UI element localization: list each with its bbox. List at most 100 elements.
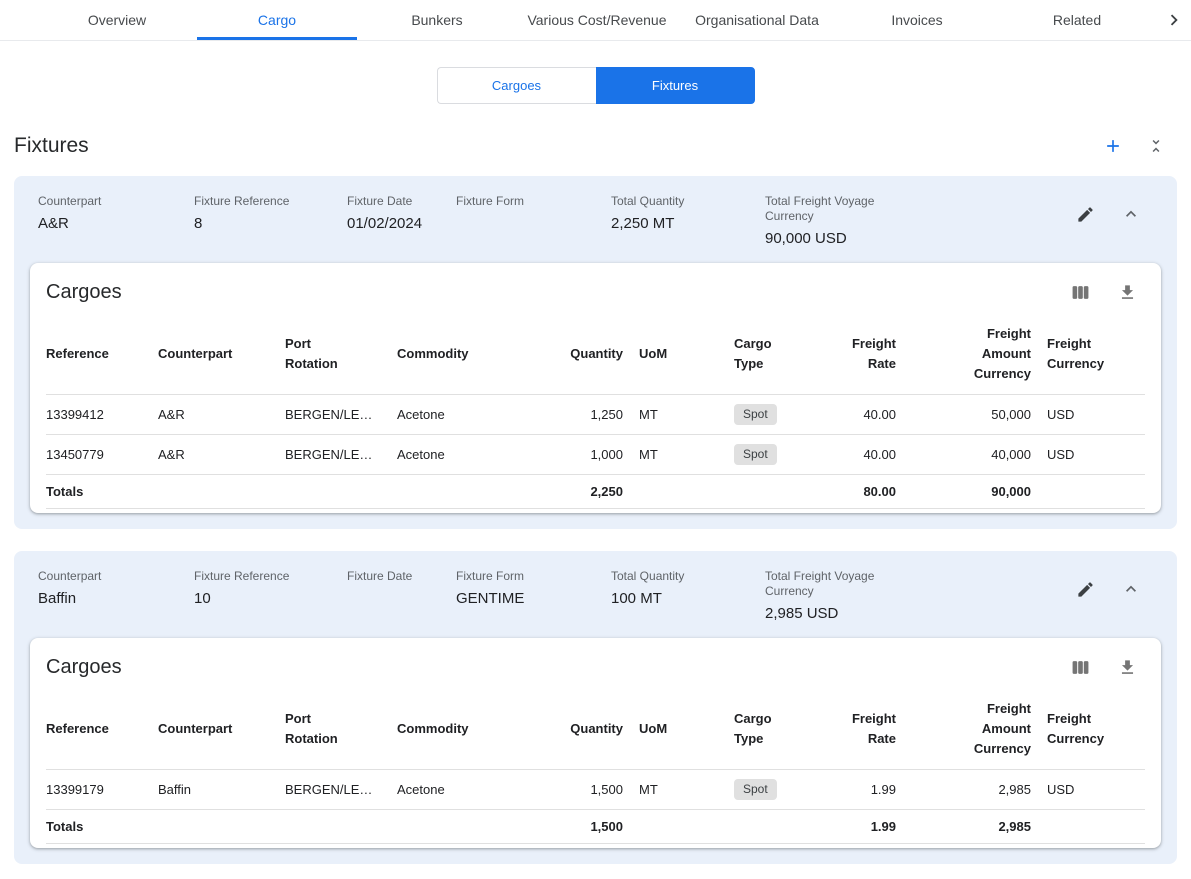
toggle-fixtures-button[interactable]: Fixtures — [596, 67, 755, 104]
col-header-freight-currency: Freight Currency — [1047, 689, 1145, 770]
pencil-icon — [1076, 580, 1095, 599]
col-header-quantity: Quantity — [557, 314, 639, 395]
field-value-fixture-reference: 10 — [194, 590, 335, 607]
nav-item-bunkers[interactable]: Bunkers — [357, 0, 517, 40]
field-label: Fixture Reference — [194, 194, 314, 209]
cell-cargo-type: Spot — [734, 395, 820, 435]
col-header-uom: UoM — [639, 689, 734, 770]
cell-reference: 13399412 — [46, 395, 158, 435]
totals-row: Totals 1,500 1.99 2,985 — [46, 810, 1145, 844]
cell-uom: MT — [639, 770, 734, 810]
cell-quantity: 1,250 — [557, 395, 639, 435]
table-header-row: Reference Counterpart Port Rotation Comm… — [46, 689, 1145, 770]
totals-label: Totals — [46, 810, 158, 844]
collapse-fixture-button[interactable] — [1121, 204, 1141, 224]
col-header-freight-rate: Freight Rate — [820, 314, 912, 395]
cell-freight-amount: 40,000 — [912, 435, 1047, 475]
field-label: Total Quantity — [611, 194, 731, 209]
totals-freight-rate: 1.99 — [820, 810, 912, 844]
cell-freight-rate: 40.00 — [820, 395, 912, 435]
col-header-freight-rate: Freight Rate — [820, 689, 912, 770]
col-header-counterpart: Counterpart — [158, 314, 285, 395]
cell-reference: 13450779 — [46, 435, 158, 475]
cell-cargo-type: Spot — [734, 435, 820, 475]
cell-freight-currency: USD — [1047, 770, 1145, 810]
totals-label: Totals — [46, 475, 158, 509]
field-label: Counterpart — [38, 569, 158, 584]
field-label: Total Freight Voyage Currency — [765, 194, 885, 224]
cell-cargo-type: Spot — [734, 770, 820, 810]
totals-freight-amount: 90,000 — [912, 475, 1047, 509]
table-header-row: Reference Counterpart Port Rotation Comm… — [46, 314, 1145, 395]
field-value-total-quantity: 2,250 MT — [611, 215, 753, 232]
collapse-all-button[interactable] — [1147, 137, 1165, 155]
cell-counterpart: A&R — [158, 395, 285, 435]
column-settings-button[interactable] — [1071, 658, 1090, 677]
nav-item-various-cost-revenue[interactable]: Various Cost/Revenue — [517, 0, 677, 40]
field-value-fixture-form: GENTIME — [456, 590, 599, 607]
cell-commodity: Acetone — [397, 435, 557, 475]
col-header-counterpart: Counterpart — [158, 689, 285, 770]
field-value-fixture-reference: 8 — [194, 215, 335, 232]
chevron-up-icon — [1121, 579, 1141, 599]
field-value-counterpart: Baffin — [38, 590, 182, 607]
download-icon — [1118, 658, 1137, 677]
cell-freight-amount: 50,000 — [912, 395, 1047, 435]
field-label: Counterpart — [38, 194, 158, 209]
field-value-counterpart: A&R — [38, 215, 182, 232]
cargo-type-chip: Spot — [734, 444, 777, 465]
toggle-cargoes-button[interactable]: Cargoes — [437, 67, 596, 104]
nav-overflow-button[interactable] — [1163, 0, 1191, 40]
col-header-uom: UoM — [639, 314, 734, 395]
table-row[interactable]: 13399412 A&R BERGEN/LEV… Acetone 1,250 M… — [46, 395, 1145, 435]
download-icon — [1118, 283, 1137, 302]
page-title: Fixtures — [14, 134, 89, 158]
column-settings-button[interactable] — [1071, 283, 1090, 302]
cargoes-title: Cargoes — [46, 656, 122, 679]
nav-item-invoices[interactable]: Invoices — [837, 0, 997, 40]
totals-freight-rate: 80.00 — [820, 475, 912, 509]
col-header-port-rotation: Port Rotation — [285, 689, 397, 770]
cargoes-card: Cargoes Ref — [30, 638, 1161, 848]
nav-item-organisational-data[interactable]: Organisational Data — [677, 0, 837, 40]
nav-item-related[interactable]: Related — [997, 0, 1157, 40]
table-row[interactable]: 13450779 A&R BERGEN/LEV… Acetone 1,000 M… — [46, 435, 1145, 475]
col-header-port-rotation: Port Rotation — [285, 314, 397, 395]
field-value-total-freight: 90,000 USD — [765, 230, 913, 247]
col-header-quantity: Quantity — [557, 689, 639, 770]
col-header-reference: Reference — [46, 314, 158, 395]
cargo-type-chip: Spot — [734, 779, 777, 800]
field-label: Fixture Date — [347, 194, 444, 209]
col-header-freight-amount-currency: Freight Amount Currency — [912, 314, 1047, 395]
field-label: Total Freight Voyage Currency — [765, 569, 885, 599]
collapse-fixture-button[interactable] — [1121, 579, 1141, 599]
edit-fixture-button[interactable] — [1076, 205, 1095, 224]
cell-uom: MT — [639, 395, 734, 435]
download-button[interactable] — [1118, 283, 1137, 302]
cell-freight-currency: USD — [1047, 435, 1145, 475]
table-row[interactable]: 13399179 Baffin BERGEN/LEV… Acetone 1,50… — [46, 770, 1145, 810]
cargoes-title: Cargoes — [46, 281, 122, 304]
add-fixture-button[interactable] — [1103, 136, 1123, 156]
top-navigation: Overview Cargo Bunkers Various Cost/Reve… — [0, 0, 1191, 41]
nav-item-cargo[interactable]: Cargo — [197, 0, 357, 40]
cell-commodity: Acetone — [397, 395, 557, 435]
totals-row: Totals 2,250 80.00 90,000 — [46, 475, 1145, 509]
cell-freight-rate: 1.99 — [820, 770, 912, 810]
totals-quantity: 1,500 — [557, 810, 639, 844]
cell-counterpart: A&R — [158, 435, 285, 475]
col-header-reference: Reference — [46, 689, 158, 770]
unfold-less-icon — [1147, 137, 1165, 155]
pencil-icon — [1076, 205, 1095, 224]
view-columns-icon — [1071, 658, 1090, 677]
cell-uom: MT — [639, 435, 734, 475]
download-button[interactable] — [1118, 658, 1137, 677]
page-header: Fixtures — [0, 104, 1191, 176]
cargoes-table: Reference Counterpart Port Rotation Comm… — [46, 314, 1145, 509]
edit-fixture-button[interactable] — [1076, 580, 1095, 599]
nav-item-overview[interactable]: Overview — [37, 0, 197, 40]
cell-quantity: 1,000 — [557, 435, 639, 475]
chevron-right-icon — [1163, 9, 1185, 31]
col-header-cargo-type: Cargo Type — [734, 314, 820, 395]
field-label: Fixture Date — [347, 569, 444, 584]
